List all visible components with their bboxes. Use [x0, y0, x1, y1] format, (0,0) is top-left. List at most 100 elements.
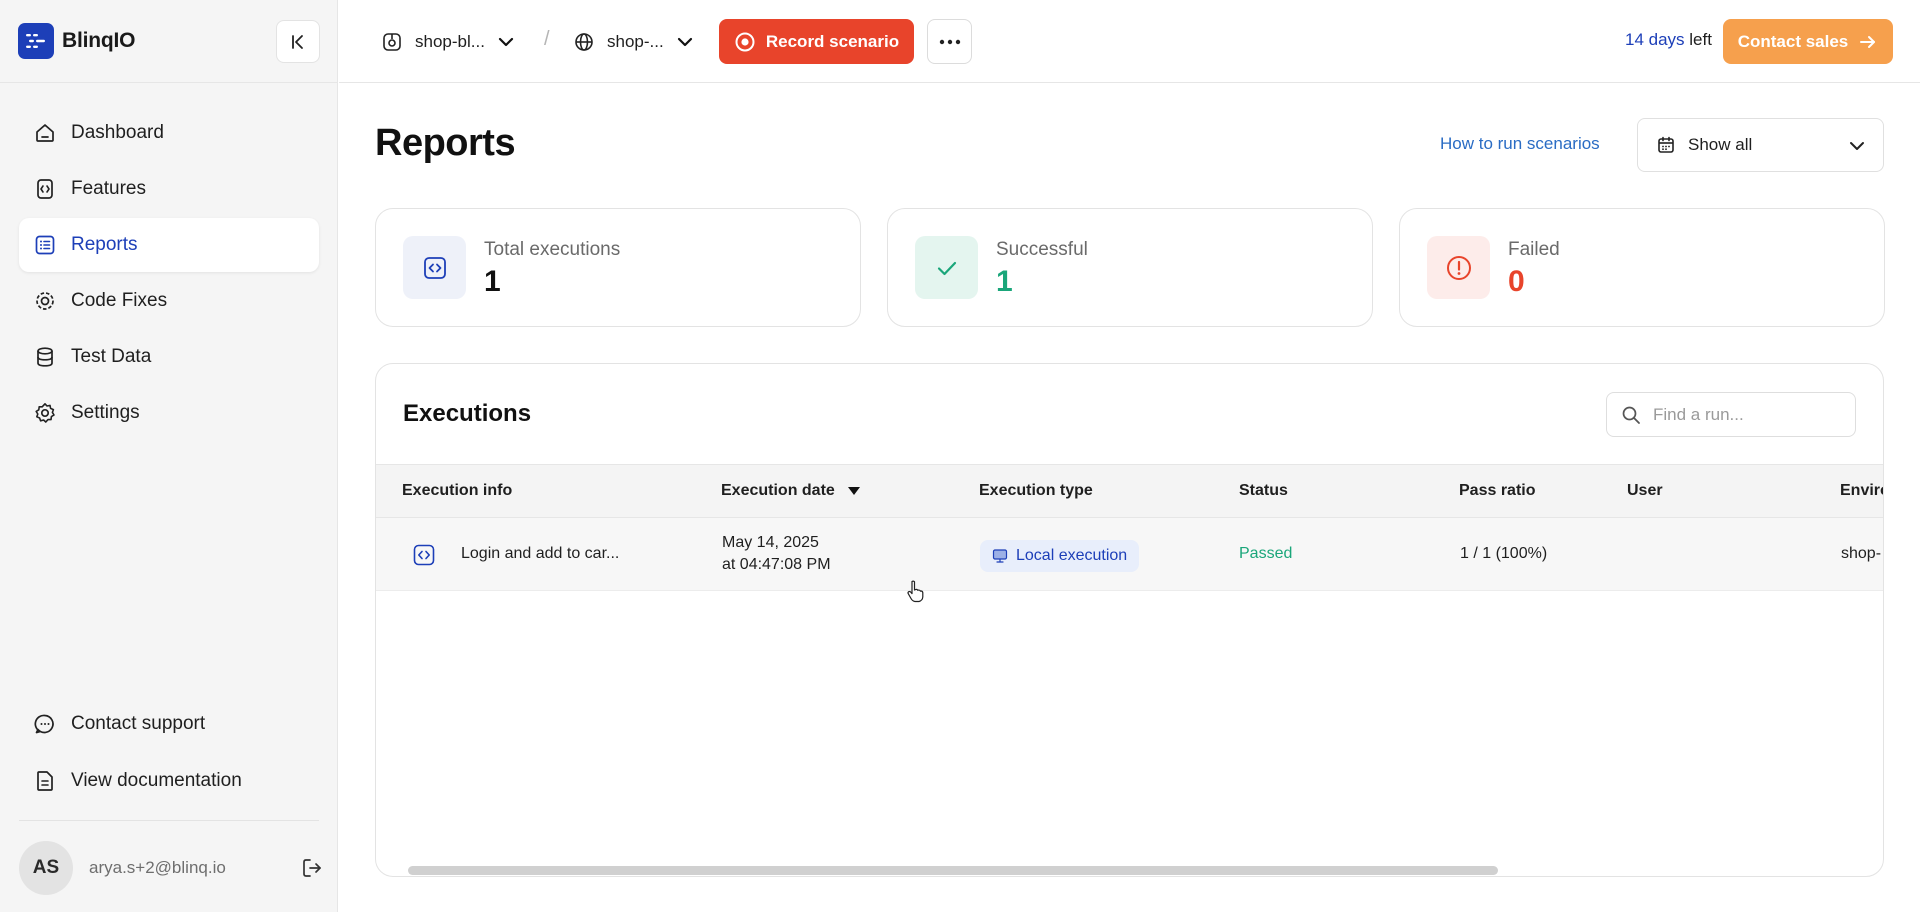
execution-info[interactable]: Login and add to car... — [461, 545, 619, 563]
total-executions-card: Total executions 1 — [375, 208, 861, 327]
contact-support-label: Contact support — [71, 712, 206, 734]
sidebar-item-label: Code Fixes — [71, 290, 168, 311]
sidebar-item-label: Test Data — [71, 346, 152, 367]
globe-icon — [573, 31, 595, 53]
sidebar-item-label: Settings — [71, 402, 140, 423]
sidebar-divider — [19, 820, 319, 821]
failed-label: Failed — [1508, 239, 1560, 260]
page-title: Reports — [375, 122, 516, 164]
hand-cursor-icon — [906, 579, 924, 603]
failed-value: 0 — [1508, 265, 1525, 298]
find-run-search[interactable] — [1606, 392, 1856, 437]
chevron-down-icon — [1847, 136, 1867, 156]
more-options-button[interactable] — [927, 19, 972, 64]
contact-sales-label: Contact sales — [1737, 31, 1849, 51]
environment-selector[interactable]: shop-... — [573, 24, 694, 60]
environment-name: shop-... — [607, 32, 664, 51]
execution-type-badge: Local execution — [980, 540, 1140, 572]
executions-title: Executions — [403, 400, 532, 427]
record-scenario-button[interactable]: Record scenario — [719, 19, 914, 64]
date-filter-select[interactable]: Show all — [1637, 118, 1884, 172]
column-execution-type[interactable]: Execution type — [979, 482, 1093, 500]
top-bar: shop-bl... / shop-... Record scenario 14… — [339, 0, 1920, 83]
app-name: BlinqIO — [62, 29, 136, 52]
collapse-icon — [292, 34, 303, 49]
failed-card: Failed 0 — [1399, 208, 1885, 327]
pass-ratio: 1 / 1 (100%) — [1460, 545, 1548, 562]
search-input[interactable] — [1653, 404, 1843, 425]
total-executions-value: 1 — [484, 265, 501, 298]
execution-environment: shop- — [1841, 545, 1882, 562]
date-filter-value: Show all — [1688, 135, 1753, 154]
sidebar-item-test-data[interactable]: Test Data — [19, 330, 319, 384]
database-icon — [33, 345, 57, 369]
execution-code-icon — [412, 543, 436, 567]
gear-icon — [33, 401, 57, 425]
chevron-down-icon — [497, 33, 515, 51]
code-fixes-icon — [33, 289, 57, 313]
table-header: Execution info Execution date Execution … — [376, 464, 1883, 518]
calendar-icon — [1656, 135, 1676, 155]
monitor-icon — [992, 548, 1008, 564]
column-pass-ratio[interactable]: Pass ratio — [1459, 482, 1535, 500]
execution-type-label: Local execution — [1016, 547, 1128, 564]
trial-days: 14 days — [1625, 30, 1685, 49]
how-to-run-scenarios-link[interactable]: How to run scenarios — [1440, 134, 1600, 154]
execution-date-line2: at 04:47:08 PM — [722, 556, 831, 573]
trial-suffix: left — [1684, 30, 1712, 49]
view-documentation-label: View documentation — [71, 769, 242, 791]
sidebar-item-label: Dashboard — [71, 122, 164, 143]
document-icon — [33, 769, 57, 793]
logout-icon[interactable] — [300, 856, 324, 880]
column-execution-date[interactable]: Execution date — [721, 482, 861, 500]
total-executions-label: Total executions — [484, 239, 621, 260]
sort-desc-icon[interactable] — [847, 486, 861, 496]
horizontal-scrollbar[interactable] — [408, 866, 1498, 875]
sidebar-item-settings[interactable]: Settings — [19, 386, 319, 440]
code-icon — [403, 236, 466, 299]
sidebar: BlinqIO Dashboard Features Reports Code … — [0, 0, 338, 912]
successful-card: Successful 1 — [887, 208, 1373, 327]
more-icon — [939, 39, 960, 44]
successful-label: Successful — [996, 239, 1088, 260]
table-row[interactable]: Login and add to car... May 14, 2025 at … — [376, 518, 1883, 591]
record-icon — [734, 31, 756, 53]
sidebar-item-reports[interactable]: Reports — [19, 218, 319, 272]
contact-sales-button[interactable]: Contact sales — [1723, 19, 1893, 64]
status-badge: Passed — [1239, 545, 1293, 562]
collapse-sidebar-button[interactable] — [276, 20, 320, 63]
view-documentation-link[interactable]: View documentation — [19, 753, 319, 808]
arrow-right-icon — [1858, 32, 1878, 52]
column-user[interactable]: User — [1627, 482, 1663, 500]
successful-value: 1 — [996, 265, 1013, 298]
sidebar-item-label: Reports — [71, 234, 138, 255]
execution-date-line1: May 14, 2025 — [722, 534, 819, 551]
user-profile: AS arya.s+2@blinq.io — [19, 841, 324, 895]
column-environment[interactable]: Enviro — [1840, 482, 1883, 500]
record-scenario-label: Record scenario — [765, 31, 900, 51]
chat-icon — [33, 712, 57, 736]
breadcrumb-separator: / — [544, 28, 550, 50]
blinqio-logo-icon[interactable] — [18, 23, 54, 59]
home-icon — [33, 121, 57, 145]
sidebar-item-features[interactable]: Features — [19, 162, 319, 216]
sidebar-item-dashboard[interactable]: Dashboard — [19, 106, 319, 160]
alert-icon — [1427, 236, 1490, 299]
column-execution-date-label: Execution date — [721, 482, 835, 499]
trial-remaining: 14 days left — [1625, 30, 1712, 50]
project-selector[interactable]: shop-bl... — [381, 24, 515, 60]
chevron-down-icon — [676, 33, 694, 51]
contact-support-link[interactable]: Contact support — [19, 696, 319, 751]
avatar[interactable]: AS — [19, 841, 73, 895]
sidebar-item-label: Features — [71, 178, 146, 199]
search-icon — [1621, 405, 1641, 425]
sidebar-bottom-nav: Contact support View documentation — [19, 696, 319, 810]
executions-panel: Executions Execution info Execution date… — [375, 363, 1884, 877]
reports-icon — [33, 233, 57, 257]
column-status[interactable]: Status — [1239, 482, 1288, 500]
sidebar-item-code-fixes[interactable]: Code Fixes — [19, 274, 319, 328]
logo-row: BlinqIO — [0, 0, 337, 83]
column-execution-info[interactable]: Execution info — [402, 482, 512, 500]
check-icon — [915, 236, 978, 299]
project-name: shop-bl... — [415, 32, 485, 51]
